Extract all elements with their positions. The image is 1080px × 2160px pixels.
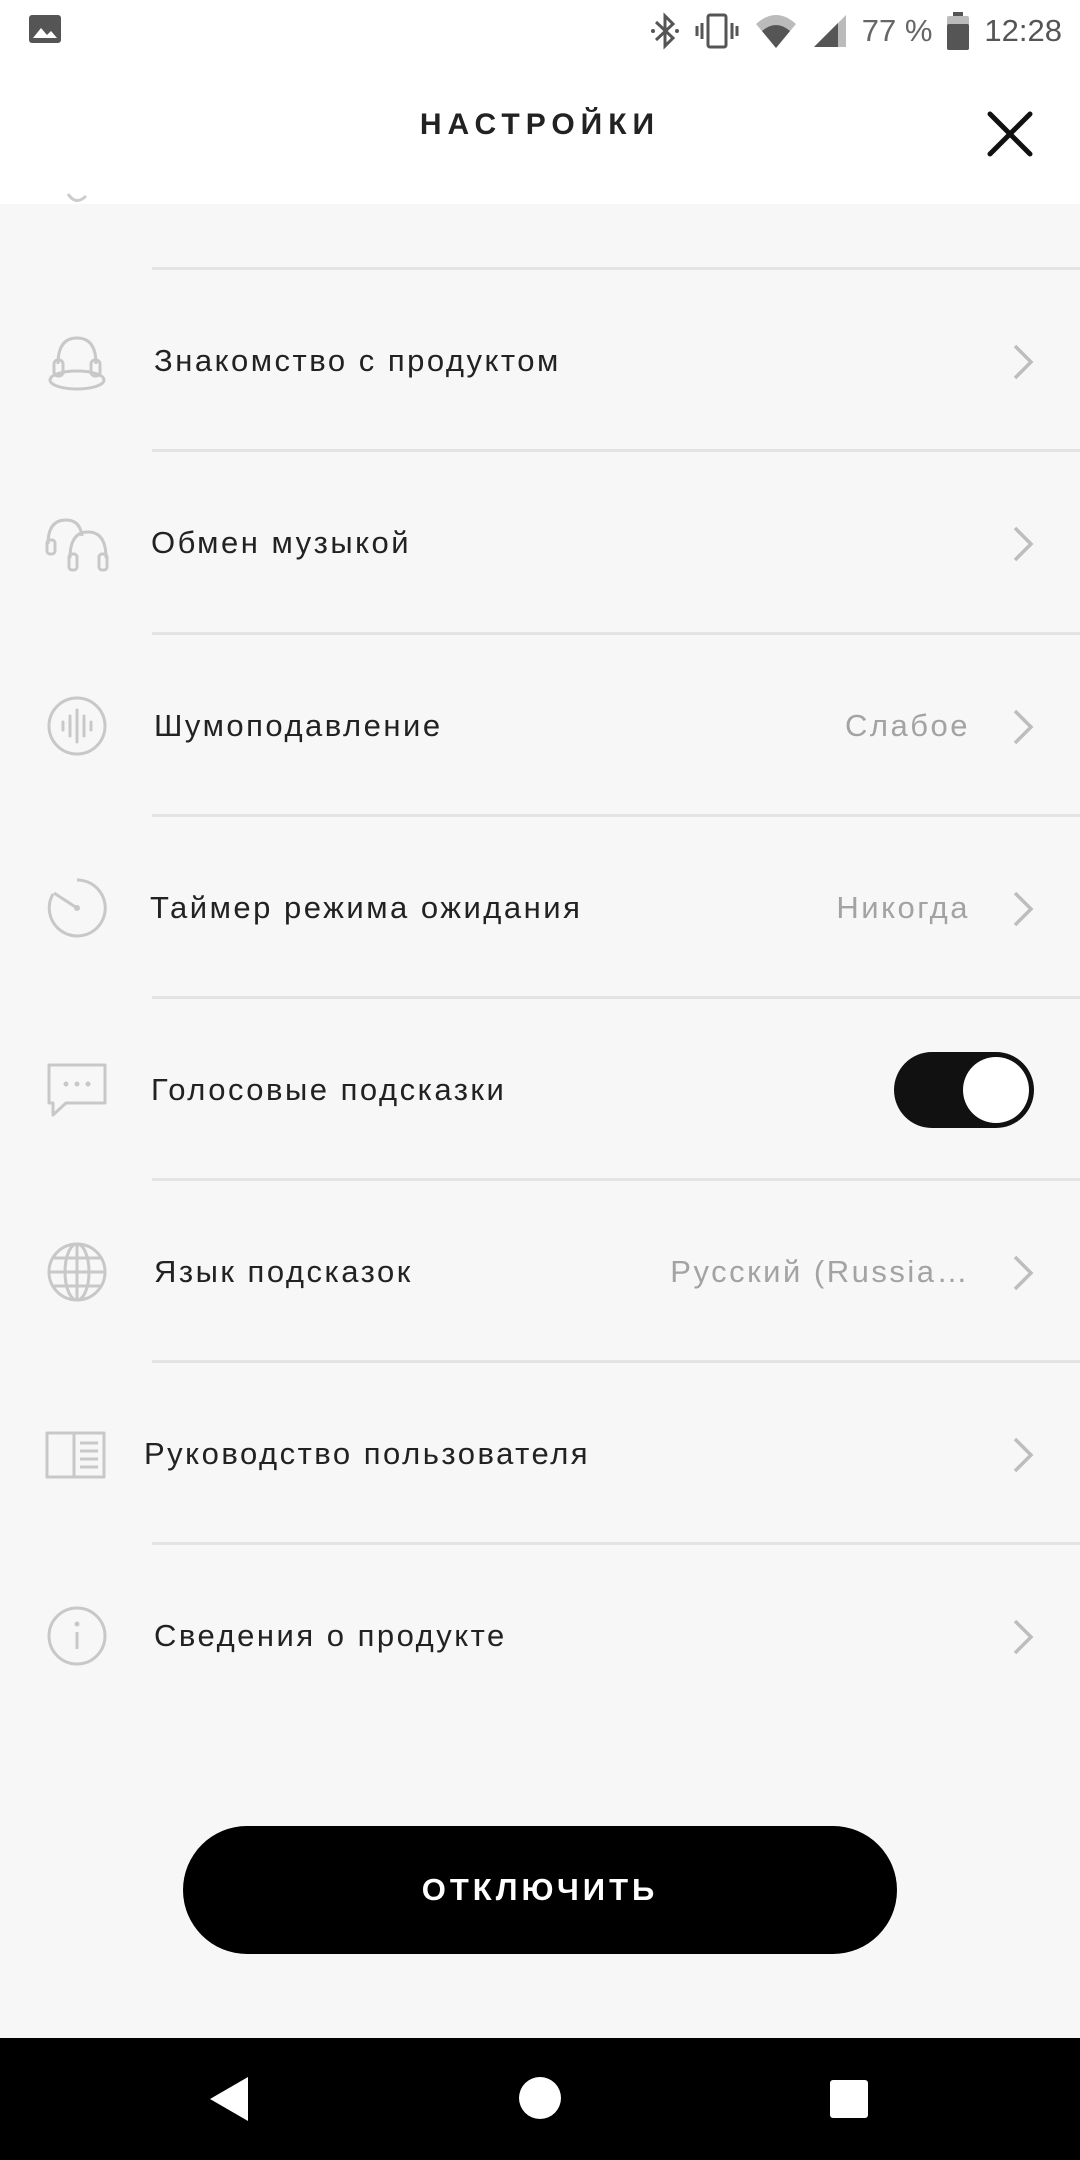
globe-icon (47, 1242, 107, 1302)
settings-item-label: Таймер режима ожидания (150, 890, 583, 925)
settings-item-voice-prompts: Голосовые подсказки (0, 999, 1080, 1181)
chevron-right-icon (1013, 1619, 1034, 1655)
book-icon (45, 1431, 106, 1479)
clock: 12:28 (984, 13, 1062, 48)
settings-item-label: Сведения о продукте (154, 1618, 507, 1653)
settings-item-label: Шумоподавление (154, 708, 443, 743)
recents-icon[interactable] (829, 2079, 869, 2119)
settings-item-label: Обмен музыкой (151, 525, 412, 560)
settings-item-label: Руководство пользователя (144, 1436, 591, 1471)
header: НАСТРОЙКИ (0, 62, 1080, 204)
navigation-bar (0, 2038, 1080, 2160)
chevron-right-icon (1013, 709, 1034, 745)
cell-signal-icon (813, 15, 846, 47)
back-icon[interactable] (206, 2074, 252, 2124)
wifi-icon (755, 15, 796, 48)
info-icon (47, 1606, 107, 1666)
settings-item-label: Знакомство с продуктом (154, 343, 561, 378)
settings-item-noise-cancel[interactable]: Шумоподавление Слабое (0, 635, 1080, 817)
battery-percent: 77 % (861, 13, 933, 48)
home-icon[interactable] (518, 2076, 562, 2120)
bluetooth-icon (650, 12, 679, 50)
chevron-right-icon (1013, 526, 1034, 562)
page-title: НАСТРОЙКИ (419, 108, 661, 141)
toggle-knob (963, 1057, 1029, 1123)
settings-item-prompt-language[interactable]: Язык подсказок Русский (Russia… (0, 1181, 1080, 1363)
chevron-right-icon (1013, 891, 1034, 927)
settings-item-value: Русский (Russia… (670, 1254, 970, 1289)
settings-item-music-share[interactable]: Обмен музыкой (0, 452, 1080, 634)
settings-item-value: Никогда (836, 890, 970, 925)
chevron-right-icon (1013, 1437, 1034, 1473)
voice-prompts-toggle[interactable] (894, 1052, 1034, 1128)
headphones-tour-icon (48, 336, 106, 391)
gallery-icon (29, 15, 61, 43)
settings-item-label: Голосовые подсказки (151, 1072, 507, 1107)
settings-item-product-info[interactable]: Сведения о продукте (0, 1545, 1080, 1727)
settings-screen: 77 % 12:28 НАСТРОЙКИ Знакомство с продук… (0, 0, 1080, 2160)
chevron-right-icon (1013, 344, 1034, 380)
settings-item-value: Слабое (845, 708, 970, 743)
close-icon[interactable] (980, 104, 1040, 164)
voice-prompt-icon (47, 1063, 107, 1117)
settings-item-label: Язык подсказок (154, 1254, 413, 1289)
vibrate-icon (695, 13, 739, 49)
settings-item-standby-timer[interactable]: Таймер режима ожидания Никогда (0, 817, 1080, 999)
disconnect-button[interactable]: ОТКЛЮЧИТЬ (183, 1826, 897, 1954)
status-bar: 77 % 12:28 (0, 0, 1080, 62)
status-icons: 77 % 12:28 (650, 10, 1062, 52)
settings-item-user-manual[interactable]: Руководство пользователя (0, 1363, 1080, 1545)
noise-cancel-icon (47, 696, 107, 756)
timer-icon (47, 878, 107, 938)
chevron-right-icon (1013, 1255, 1034, 1291)
settings-item-product-tour[interactable]: Знакомство с продуктом (0, 270, 1080, 452)
headphones-share-icon (45, 518, 109, 572)
partial-item-icon (66, 193, 88, 202)
battery-icon (947, 12, 970, 50)
